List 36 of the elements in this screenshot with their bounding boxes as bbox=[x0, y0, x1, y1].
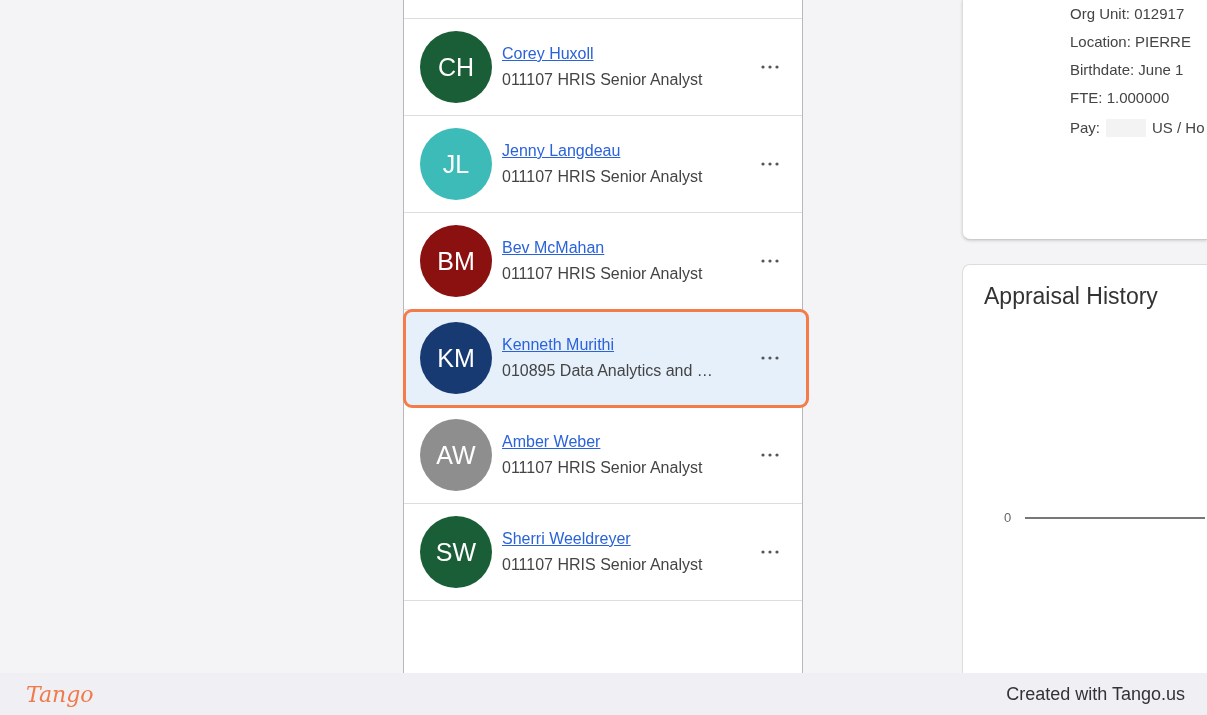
person-position: 011107 HRIS Senior Analyst bbox=[502, 265, 704, 283]
person-name-link[interactable]: Jenny Langdeau bbox=[502, 142, 621, 160]
person-name-link[interactable]: Bev McMahan bbox=[502, 239, 605, 257]
more-icon[interactable] bbox=[761, 550, 779, 554]
detail-line: FTE: 1.000000 bbox=[1070, 88, 1171, 108]
more-icon[interactable] bbox=[761, 356, 779, 360]
person-position: 011107 HRIS Senior Analyst bbox=[502, 459, 704, 477]
avatar: BM bbox=[420, 225, 492, 297]
axis-label: 0 bbox=[1004, 510, 1012, 525]
person-name-link[interactable]: Amber Weber bbox=[502, 433, 601, 451]
avatar: JL bbox=[420, 128, 492, 200]
person-position: 011107 HRIS Senior Analyst bbox=[502, 168, 704, 186]
card-title: Appraisal History bbox=[984, 283, 1159, 310]
detail-line: US / Ho bbox=[1152, 118, 1205, 138]
person-position: 011107 HRIS Senior Analyst bbox=[502, 556, 704, 574]
person-name-link[interactable]: Corey Huxoll bbox=[502, 45, 594, 63]
avatar: AW bbox=[420, 419, 492, 491]
logo: Tango bbox=[26, 681, 94, 707]
detail-line: Birthdate: June 1 bbox=[1070, 60, 1185, 80]
person-name-link[interactable]: Sherri Weeldreyer bbox=[502, 530, 631, 548]
person-name-link[interactable]: Kenneth Murithi bbox=[502, 336, 615, 354]
more-icon[interactable] bbox=[761, 65, 779, 69]
person-position: 011107 HRIS Senior Analyst bbox=[502, 71, 704, 89]
avatar: CH bbox=[420, 31, 492, 103]
person-position: 010895 Data Analytics and … bbox=[502, 362, 714, 380]
detail-line: Pay: bbox=[1070, 118, 1100, 138]
credit-text: Created with Tango.us bbox=[1006, 683, 1185, 705]
detail-line: Location: PIERRE bbox=[1070, 32, 1192, 52]
person-row[interactable]: KM Kenneth Murithi 010895 Data Analytics and … bbox=[404, 310, 808, 407]
avatar: SW bbox=[420, 516, 492, 588]
more-icon[interactable] bbox=[761, 453, 779, 457]
more-icon[interactable] bbox=[761, 162, 779, 166]
more-icon[interactable] bbox=[761, 259, 779, 263]
avatar: KM bbox=[420, 322, 492, 394]
detail-line: Org Unit: 012917 bbox=[1070, 4, 1186, 24]
person-row[interactable]: AW Amber Weber 011107 HRIS Senior Analyst bbox=[404, 407, 802, 504]
